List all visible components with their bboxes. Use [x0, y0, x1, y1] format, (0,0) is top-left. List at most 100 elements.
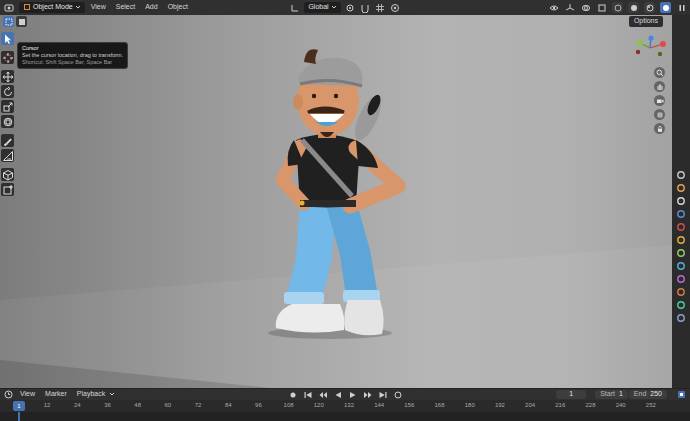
- timeline-menu[interactable]: View: [19, 390, 36, 398]
- timeline-menu[interactable]: Marker: [44, 390, 68, 398]
- select-box-icon[interactable]: [3, 16, 14, 27]
- timeline-menu[interactable]: Playback: [76, 390, 116, 398]
- jump-start-icon[interactable]: [302, 389, 313, 400]
- menu-item[interactable]: Add: [144, 3, 158, 11]
- tool-settings-bar: Options: [0, 15, 672, 28]
- editor-type-icon[interactable]: [3, 2, 14, 13]
- mode-dropdown[interactable]: Object Mode: [19, 2, 85, 12]
- tool-button[interactable]: [1, 149, 14, 162]
- start-label: Start: [600, 390, 615, 398]
- ruler-label: 204: [515, 402, 545, 409]
- next-keyframe-icon[interactable]: [362, 389, 373, 400]
- tooltip-description: Set the cursor location, drag to transfo…: [22, 52, 123, 59]
- snap-icon[interactable]: [360, 2, 371, 13]
- end-frame-field[interactable]: End250: [629, 390, 667, 399]
- tool-tab-icon[interactable]: [676, 170, 686, 180]
- select-extend-icon[interactable]: [16, 16, 27, 27]
- tool-button[interactable]: [1, 115, 14, 128]
- navigation-buttons: [654, 67, 665, 134]
- move-icon: [2, 71, 14, 83]
- menu-item[interactable]: Object: [167, 3, 189, 11]
- tool-button[interactable]: [1, 85, 14, 98]
- orientation-icon[interactable]: [289, 2, 300, 13]
- overlay-icon[interactable]: [580, 2, 591, 13]
- object-tab-icon[interactable]: [676, 248, 686, 258]
- data-tab-icon[interactable]: [676, 313, 686, 323]
- physics-tab-icon[interactable]: [676, 287, 686, 297]
- options-button[interactable]: Options: [629, 16, 663, 26]
- tool-button[interactable]: [1, 168, 14, 181]
- constraints-tab-icon[interactable]: [676, 300, 686, 310]
- visibility-icon[interactable]: [548, 2, 559, 13]
- timeline-area[interactable]: [0, 412, 690, 421]
- view-layer-tab-icon[interactable]: [676, 209, 686, 219]
- clock-icon[interactable]: [3, 389, 14, 400]
- tool-button[interactable]: [1, 51, 14, 64]
- tool-button[interactable]: [1, 183, 14, 196]
- pivot-icon[interactable]: [345, 2, 356, 13]
- start-frame-field[interactable]: Start1: [595, 390, 628, 399]
- chevron-down-icon: [109, 391, 115, 397]
- ruler-label: 120: [304, 402, 334, 409]
- camera-icon[interactable]: [654, 95, 665, 106]
- record-icon[interactable]: [287, 389, 298, 400]
- ruler-label: 24: [62, 402, 92, 409]
- play-reverse-icon[interactable]: [332, 389, 343, 400]
- playhead[interactable]: 1: [13, 401, 25, 411]
- tool-button[interactable]: [1, 70, 14, 83]
- 3d-viewport[interactable]: Options Cursor Set the cursor location, …: [0, 15, 672, 388]
- rendered-shading-icon[interactable]: [660, 2, 671, 13]
- prev-keyframe-icon[interactable]: [317, 389, 328, 400]
- select-icon: [2, 33, 14, 45]
- timeline-ruler[interactable]: 1 12243648607284961081201321441561681801…: [0, 400, 690, 412]
- lock-icon[interactable]: [654, 123, 665, 134]
- orientation-dropdown[interactable]: Global: [304, 2, 340, 12]
- xray-icon[interactable]: [596, 2, 607, 13]
- ruler-label: 108: [274, 402, 304, 409]
- pan-hand-icon[interactable]: [654, 81, 665, 92]
- ruler-label: 240: [606, 402, 636, 409]
- ruler-label: 84: [213, 402, 243, 409]
- ruler-label: 72: [183, 402, 213, 409]
- timeline-menus: View Marker Playback: [19, 390, 116, 398]
- blender-window: Object Mode View Select Add Object Global: [0, 0, 690, 421]
- modifier-tab-icon[interactable]: [676, 261, 686, 271]
- ruler-label: 252: [636, 402, 666, 409]
- world-tab-icon[interactable]: [676, 235, 686, 245]
- solid-shading-icon[interactable]: [628, 2, 639, 13]
- gizmo-toggle-icon[interactable]: [564, 2, 575, 13]
- ruler-label: 228: [575, 402, 605, 409]
- properties-tabs: [672, 15, 690, 388]
- tool-button[interactable]: [1, 32, 14, 45]
- tool-button[interactable]: [1, 100, 14, 113]
- axis-gizmo-icon[interactable]: [630, 35, 670, 59]
- wireframe-shading-icon[interactable]: [612, 2, 623, 13]
- frame-options-icon[interactable]: [676, 389, 687, 400]
- zoom-icon[interactable]: [654, 67, 665, 78]
- current-frame-field[interactable]: 1: [556, 390, 586, 399]
- menu-item[interactable]: View: [90, 3, 107, 11]
- menu-item[interactable]: Select: [115, 3, 136, 11]
- grid-snap-icon[interactable]: [375, 2, 386, 13]
- ruler-label: 156: [394, 402, 424, 409]
- tooltip-shortcut: Shortcut: Shift Space Bar, Space Bar: [22, 59, 123, 66]
- render-tab-icon[interactable]: [676, 183, 686, 193]
- particles-tab-icon[interactable]: [676, 274, 686, 284]
- scene-tab-icon[interactable]: [676, 222, 686, 232]
- viewport-header: Object Mode View Select Add Object Global: [0, 0, 690, 15]
- annotate-icon: [2, 135, 14, 147]
- playhead-line: [18, 412, 20, 421]
- proportional-icon[interactable]: [390, 2, 401, 13]
- tool-button[interactable]: [1, 134, 14, 147]
- material-shading-icon[interactable]: [644, 2, 655, 13]
- jump-end-icon[interactable]: [377, 389, 388, 400]
- play-icon[interactable]: [347, 389, 358, 400]
- grid-icon[interactable]: [654, 109, 665, 120]
- end-value: 250: [650, 390, 662, 398]
- output-tab-icon[interactable]: [676, 196, 686, 206]
- cursor-icon: [2, 52, 14, 64]
- pause-icon[interactable]: [676, 2, 687, 13]
- autokey-icon[interactable]: [392, 389, 403, 400]
- ruler-label: 180: [455, 402, 485, 409]
- character-render: [0, 15, 672, 388]
